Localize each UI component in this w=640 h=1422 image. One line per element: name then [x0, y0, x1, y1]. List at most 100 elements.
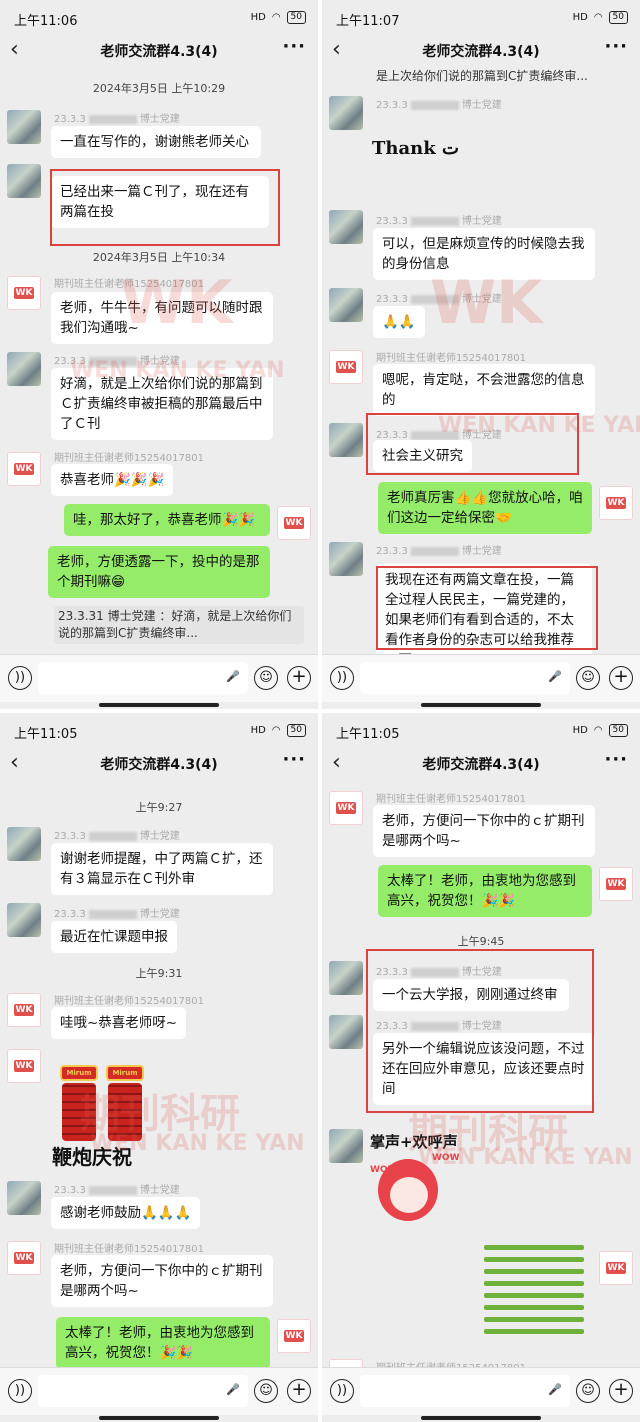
message-bubble[interactable]: 🙏🙏 [373, 306, 425, 338]
avatar[interactable] [7, 352, 41, 386]
avatar[interactable] [329, 542, 363, 576]
more-icon[interactable]: ··· [604, 36, 628, 57]
avatar[interactable]: WK [329, 1359, 363, 1367]
highlight-box [376, 566, 598, 650]
sender-name: 期刊班主任谢老师15254017801 [376, 353, 526, 364]
avatar[interactable]: WK [7, 276, 41, 310]
message-bubble[interactable]: 嗯呢，肯定哒，不会泄露您的信息的 [373, 364, 595, 416]
firecracker-label: Mirum [106, 1065, 144, 1081]
message-input[interactable]: 🎤 [38, 662, 248, 694]
bamboo-icon [484, 1329, 584, 1334]
message-bubble[interactable]: 恭喜老师🎉🎉🎉 [51, 464, 174, 496]
timestamp: 2024年3月5日 上午10:29 [92, 82, 226, 95]
mic-icon[interactable]: 🎤 [548, 670, 562, 683]
sticker-caption: 鞭炮庆祝 [52, 1145, 132, 1169]
message-list[interactable]: 2024年3月5日 上午10:29 23.3.3 博士党建 一直在写作的，谢谢熊老… [0, 68, 318, 654]
message-input[interactable]: 🎤 [360, 1375, 570, 1407]
avatar[interactable]: WK [599, 1251, 633, 1285]
quoted-message[interactable]: 是上次给你们说的那篇到C扩责编终审... [372, 68, 626, 87]
message-bubble[interactable]: 哇哦~恭喜老师呀~ [51, 1007, 187, 1039]
message-input[interactable]: 🎤 [38, 1375, 248, 1407]
mic-icon[interactable]: 🎤 [226, 1383, 240, 1396]
message-bubble-self[interactable]: 哇，那太好了，恭喜老师🎉🎉 [64, 504, 270, 536]
more-icon[interactable]: ··· [282, 749, 306, 770]
emoji-icon[interactable]: ☺ [254, 666, 278, 690]
avatar[interactable] [329, 288, 363, 322]
avatar[interactable] [329, 210, 363, 244]
message-bubble[interactable]: 最近在忙课题申报 [51, 921, 177, 953]
highlight-box [366, 949, 594, 1113]
firecracker-icon [108, 1083, 142, 1141]
avatar[interactable] [7, 827, 41, 861]
avatar[interactable] [329, 1129, 363, 1163]
home-indicator[interactable] [421, 703, 541, 707]
avatar[interactable]: WK [277, 1319, 311, 1353]
avatar[interactable]: WK [329, 791, 363, 825]
more-icon[interactable]: ··· [604, 749, 628, 770]
home-indicator[interactable] [99, 703, 219, 707]
message-bubble[interactable]: 谢谢老师提醒，中了两篇Ｃ扩，还有３篇显示在Ｃ刊外审 [51, 843, 273, 895]
message-list[interactable]: WK 期刊班主任谢老师15254017801 老师，方便问一下你中的ｃ扩期刊是哪… [322, 781, 640, 1367]
timestamp: 上午9:27 [135, 801, 183, 814]
voice-icon[interactable]: )) [8, 1379, 32, 1403]
message-bubble-self[interactable]: 太棒了！老师，由衷地为您感到高兴，祝贺您！🎉🎉 [56, 1317, 270, 1367]
home-indicator[interactable] [421, 1416, 541, 1420]
plus-icon[interactable]: + [609, 1379, 633, 1403]
avatar[interactable] [7, 110, 41, 144]
message-bubble[interactable]: 感谢老师鼓励🙏🙏🙏 [51, 1197, 201, 1229]
avatar[interactable] [329, 1015, 363, 1049]
message-list[interactable]: 是上次给你们说的那篇到C扩责编终审... 23.3.3 博士党建 Thank ت … [322, 68, 640, 654]
avatar[interactable] [7, 1181, 41, 1215]
avatar[interactable]: WK [7, 452, 41, 486]
message-bubble[interactable]: 好滴，就是上次给你们说的那篇到Ｃ扩责编终审被拒稿的那篇最后中了Ｃ刊 [51, 368, 273, 440]
message-bubble[interactable]: 老师，方便问一下你中的ｃ扩期刊是哪两个吗~ [51, 1255, 273, 1307]
avatar[interactable]: WK [599, 486, 633, 520]
voice-icon[interactable]: )) [330, 666, 354, 690]
voice-icon[interactable]: )) [330, 1379, 354, 1403]
status-icons: HD ◠ 50 [573, 11, 628, 24]
avatar[interactable]: WK [7, 1241, 41, 1275]
avatar[interactable]: WK [329, 350, 363, 384]
avatar[interactable] [7, 903, 41, 937]
watermark: 期刊科研 [80, 1091, 240, 1137]
message-bubble-self[interactable]: 老师真厉害👍👍您就放心哈，咱们这边一定给保密🤝 [378, 482, 592, 534]
plus-icon[interactable]: + [287, 666, 311, 690]
avatar[interactable] [329, 423, 363, 457]
quoted-message[interactable]: 23.3.31 博士党建 ：好滴，就是上次给你们说的那篇到C扩责编终审... [54, 606, 304, 644]
message-list[interactable]: 上午9:27 23.3.3 博士党建 谢谢老师提醒，中了两篇Ｃ扩，还有３篇显示在Ｃ… [0, 781, 318, 1367]
mic-icon[interactable]: 🎤 [226, 670, 240, 683]
sender-name: 23.3.3 博士党建 [376, 100, 502, 111]
avatar[interactable]: WK [7, 993, 41, 1027]
input-bar: )) 🎤 ☺ + [0, 1367, 318, 1415]
sender-name: 23.3.3 博士党建 [376, 216, 502, 227]
more-icon[interactable]: ··· [282, 36, 306, 57]
message-bubble[interactable]: 老师，方便问一下你中的ｃ扩期刊是哪两个吗~ [373, 805, 595, 857]
firecracker-icon [62, 1083, 96, 1141]
message-bubble[interactable]: 老师，牛牛牛，有问题可以随时跟我们沟通哦~ [51, 292, 273, 344]
avatar[interactable] [7, 164, 41, 198]
plus-icon[interactable]: + [609, 666, 633, 690]
mic-icon[interactable]: 🎤 [548, 1383, 562, 1396]
sender-name: 期刊班主任谢老师15254017801 [54, 1244, 204, 1255]
status-bar: 上午11:07 HD ◠ 50 [322, 0, 640, 36]
message-bubble[interactable]: 一直在写作的，谢谢熊老师关心 [51, 126, 261, 158]
emoji-icon[interactable]: ☺ [576, 1379, 600, 1403]
sticker-thank[interactable]: Thank ت [372, 138, 459, 159]
message-bubble-self[interactable]: 太棒了！老师，由衷地为您感到高兴，祝贺您！🎉🎉 [378, 865, 592, 917]
title-bar: ‹ 老师交流群4.3(4) ··· [322, 749, 640, 781]
home-indicator[interactable] [99, 1416, 219, 1420]
avatar[interactable]: WK [7, 1049, 41, 1083]
avatar[interactable] [329, 961, 363, 995]
avatar[interactable]: WK [277, 506, 311, 540]
battery-icon: 50 [286, 11, 306, 24]
avatar[interactable]: WK [599, 867, 633, 901]
plus-icon[interactable]: + [287, 1379, 311, 1403]
voice-icon[interactable]: )) [8, 666, 32, 690]
avatar[interactable] [329, 96, 363, 130]
status-icons: HD ◠ 50 [251, 724, 306, 737]
message-bubble[interactable]: 可以，但是麻烦宣传的时候隐去我的身份信息 [373, 228, 595, 280]
emoji-icon[interactable]: ☺ [254, 1379, 278, 1403]
message-bubble-self[interactable]: 老师，方便透露一下，投中的是那个期刊嘛😁 [48, 546, 270, 598]
message-input[interactable]: 🎤 [360, 662, 570, 694]
emoji-icon[interactable]: ☺ [576, 666, 600, 690]
